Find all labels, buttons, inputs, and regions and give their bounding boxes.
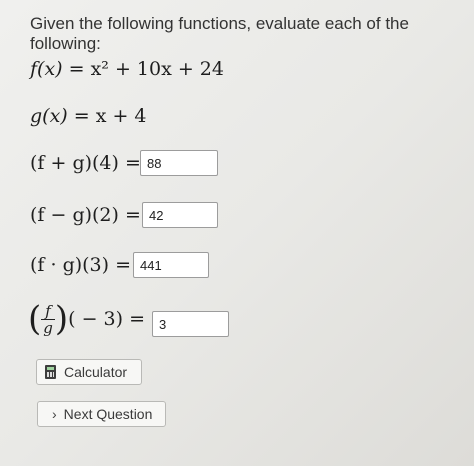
function-f-rhs: = x² + 10x + 24: [68, 58, 224, 80]
function-g-lhs: g(x): [30, 105, 68, 127]
question-product-expression: (f · g)(3) =: [30, 254, 132, 276]
question-prompt: Given the following functions, evaluate …: [30, 14, 409, 53]
answer-quotient-input[interactable]: [152, 311, 229, 337]
question-quotient-expression: (f g)( − 3) =: [28, 302, 145, 336]
quotient-argument: ( − 3) =: [68, 308, 146, 330]
next-question-label: Next Question: [63, 406, 153, 422]
chevron-right-icon: ›: [52, 406, 57, 422]
function-g: g(x) = x + 4: [30, 105, 147, 127]
question-difference-expression: (f − g)(2) =: [30, 204, 141, 226]
answer-sum-input[interactable]: [140, 150, 218, 176]
calculator-label: Calculator: [64, 364, 128, 380]
answer-product-input[interactable]: [133, 252, 209, 278]
question-sum-expression: (f + g)(4) =: [30, 152, 141, 174]
right-paren: ): [54, 299, 69, 339]
left-paren: (: [28, 299, 42, 339]
function-f-lhs: f(x): [30, 58, 63, 80]
calculator-icon: [45, 365, 56, 379]
function-f: f(x) = x² + 10x + 24: [30, 58, 224, 80]
calculator-button[interactable]: Calculator: [36, 359, 142, 385]
next-question-button[interactable]: › Next Question: [37, 401, 166, 427]
fraction-denominator: g: [43, 318, 53, 337]
answer-difference-input[interactable]: [142, 202, 218, 228]
fraction-numerator: f: [41, 303, 55, 320]
function-g-rhs: = x + 4: [73, 105, 147, 127]
quotient-fraction: fg: [41, 303, 55, 336]
